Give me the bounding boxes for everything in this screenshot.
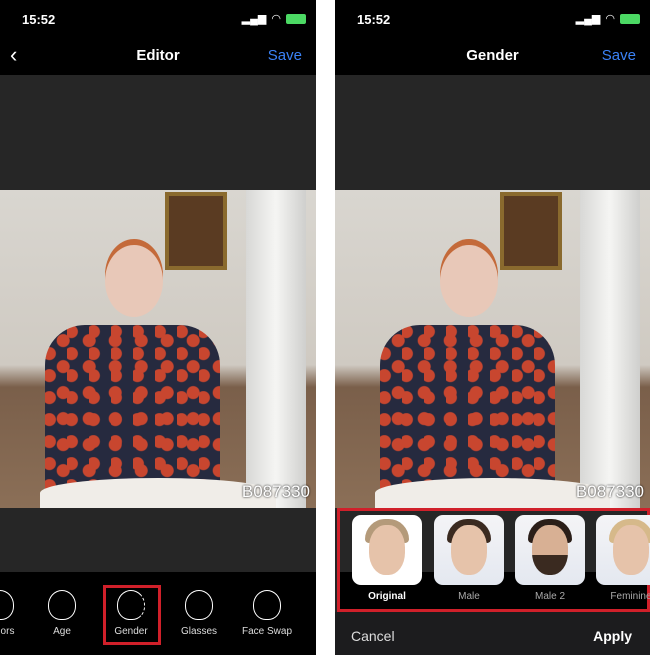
- option-feminine[interactable]: Feminine: [596, 515, 650, 602]
- battery-icon: [620, 13, 640, 24]
- photo-canvas: B087330: [0, 190, 316, 508]
- thumbnail: [434, 515, 504, 585]
- wifi-icon: ◠: [605, 13, 615, 25]
- save-button[interactable]: Save: [268, 47, 302, 64]
- colors-face-icon: [0, 590, 14, 620]
- top-bar: 15:52 ▂▄▆ ◠ ‹ Editor Save: [0, 0, 316, 75]
- thumbnail: [515, 515, 585, 585]
- status-icons: ▂▄▆ ◠: [242, 12, 306, 25]
- selection-highlight: [103, 585, 161, 645]
- person: [45, 235, 220, 508]
- gender-screen: 15:52 ▂▄▆ ◠ Gender Save B087330 Original …: [335, 0, 650, 655]
- option-male[interactable]: Male: [434, 515, 504, 602]
- table: [40, 478, 276, 508]
- apply-button[interactable]: Apply: [593, 628, 632, 644]
- face-swap-icon: [253, 590, 281, 620]
- option-male-2[interactable]: Male 2: [515, 515, 585, 602]
- tool-face-swap[interactable]: Face Swap: [232, 590, 302, 637]
- person: [380, 235, 555, 508]
- signal-icon: ▂▄▆: [241, 13, 267, 25]
- thumbnail: [352, 515, 422, 585]
- photo-canvas: B087330: [335, 190, 650, 508]
- pillar: [246, 190, 306, 508]
- status-time: 15:52: [22, 12, 56, 27]
- gender-options: Original Male Male 2 Feminine: [337, 508, 650, 612]
- tool-glasses[interactable]: Glasses: [164, 590, 234, 637]
- option-original[interactable]: Original: [352, 515, 422, 602]
- wifi-icon: ◠: [271, 13, 281, 25]
- save-button[interactable]: Save: [602, 47, 636, 64]
- top-bar: 15:52 ▂▄▆ ◠ Gender Save: [335, 0, 650, 75]
- status-time: 15:52: [357, 12, 391, 27]
- thumbnail: [596, 515, 650, 585]
- status-icons: ▂▄▆ ◠: [576, 12, 640, 25]
- table: [375, 478, 610, 508]
- watermark: B087330: [241, 482, 310, 501]
- battery-icon: [286, 13, 306, 24]
- glasses-face-icon: [185, 590, 213, 620]
- pillar: [580, 190, 640, 508]
- action-bar: Cancel Apply: [335, 612, 650, 655]
- tool-age[interactable]: Age: [27, 590, 97, 637]
- watermark: B087330: [575, 482, 644, 501]
- signal-icon: ▂▄▆: [575, 13, 601, 25]
- cancel-button[interactable]: Cancel: [351, 628, 395, 644]
- age-face-icon: [48, 590, 76, 620]
- editor-screen: 15:52 ▂▄▆◠ ‹ Editor Save B087330 Colors …: [0, 0, 316, 655]
